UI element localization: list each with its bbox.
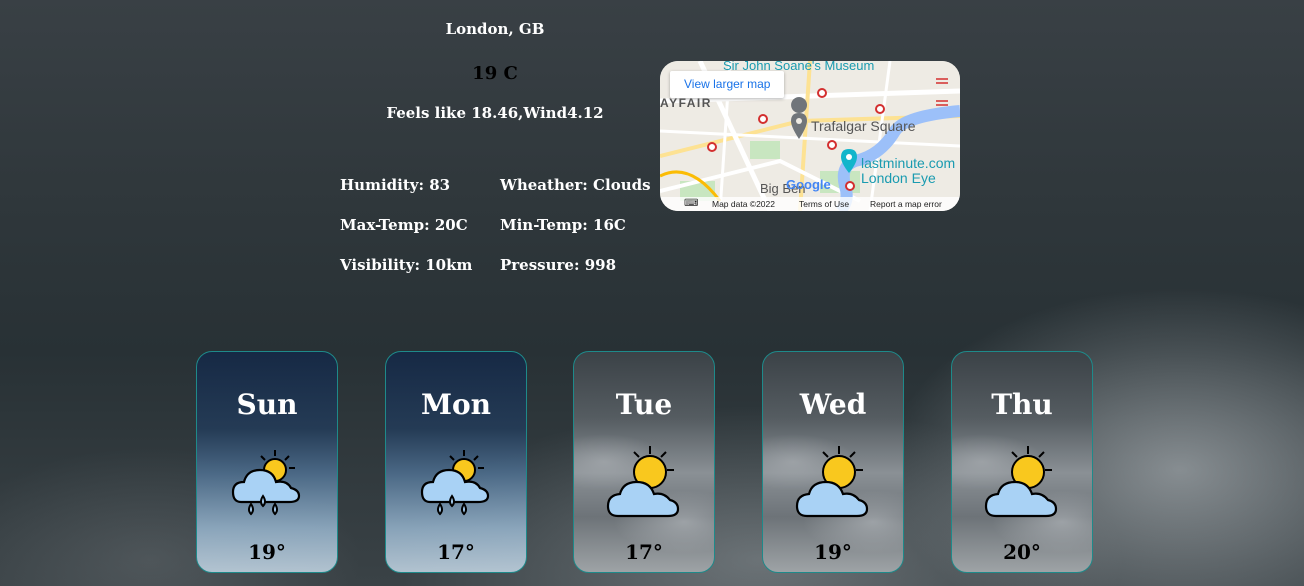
embedded-map[interactable]: View larger map Sir John Soane's Museum …	[660, 61, 960, 211]
pressure-stat: Pressure: 998	[500, 256, 617, 274]
max-temp-stat: Max-Temp: 20C	[340, 216, 468, 234]
map-footer: ⌨ Map data ©2022 Terms of Use Report a m…	[660, 197, 960, 211]
humidity-stat: Humidity: 83	[340, 176, 451, 194]
map-label-london-eye[interactable]: London Eye	[861, 170, 936, 186]
forecast-card-tue[interactable]: Tue 17°	[573, 351, 715, 573]
sun-cloud-icon	[795, 446, 869, 518]
city-name: London, GB	[445, 20, 545, 38]
sun-cloud-rain-icon	[231, 450, 301, 516]
forecast-temperature: 19°	[814, 540, 852, 564]
current-temperature: 19 C	[472, 63, 518, 84]
map-label-lastminute[interactable]: lastminute.com	[861, 155, 955, 171]
map-label-museum[interactable]: Sir John Soane's Museum	[723, 61, 874, 73]
forecast-day: Tue	[615, 388, 673, 421]
forecast-card-sun[interactable]: Sun 19°	[196, 351, 338, 573]
forecast-day: Wed	[799, 388, 867, 421]
forecast-day: Mon	[420, 388, 492, 421]
forecast-card-wed[interactable]: Wed 19°	[762, 351, 904, 573]
forecast-temperature: 17°	[625, 540, 663, 564]
forecast-temperature: 20°	[1003, 540, 1041, 564]
forecast-temperature: 17°	[437, 540, 475, 564]
forecast-day: Thu	[991, 388, 1053, 421]
visibility-stat: Visibility: 10km	[340, 256, 473, 274]
view-larger-map-link[interactable]: View larger map	[670, 71, 785, 98]
google-logo: Google	[786, 177, 831, 192]
sun-cloud-rain-icon	[420, 450, 490, 516]
forecast-day: Sun	[236, 388, 298, 421]
terms-of-use-link[interactable]: Terms of Use	[799, 199, 849, 209]
map-label-trafalgar[interactable]: Trafalgar Square	[811, 118, 916, 134]
feels-like-wind: Feels like 18.46,Wind4.12	[386, 104, 604, 122]
map-label-mayfair: AYFAIR	[660, 96, 712, 110]
sun-cloud-icon	[984, 446, 1058, 518]
forecast-card-thu[interactable]: Thu 20°	[951, 351, 1093, 573]
keyboard-icon[interactable]: ⌨	[684, 198, 698, 209]
weather-condition-stat: Wheather: Clouds	[500, 176, 651, 194]
map-data-credit: Map data ©2022	[712, 199, 775, 209]
report-map-error-link[interactable]: Report a map error	[870, 199, 942, 209]
forecast-card-mon[interactable]: Mon 17°	[385, 351, 527, 573]
min-temp-stat: Min-Temp: 16C	[500, 216, 626, 234]
forecast-temperature: 19°	[248, 540, 286, 564]
sun-cloud-icon	[606, 446, 680, 518]
